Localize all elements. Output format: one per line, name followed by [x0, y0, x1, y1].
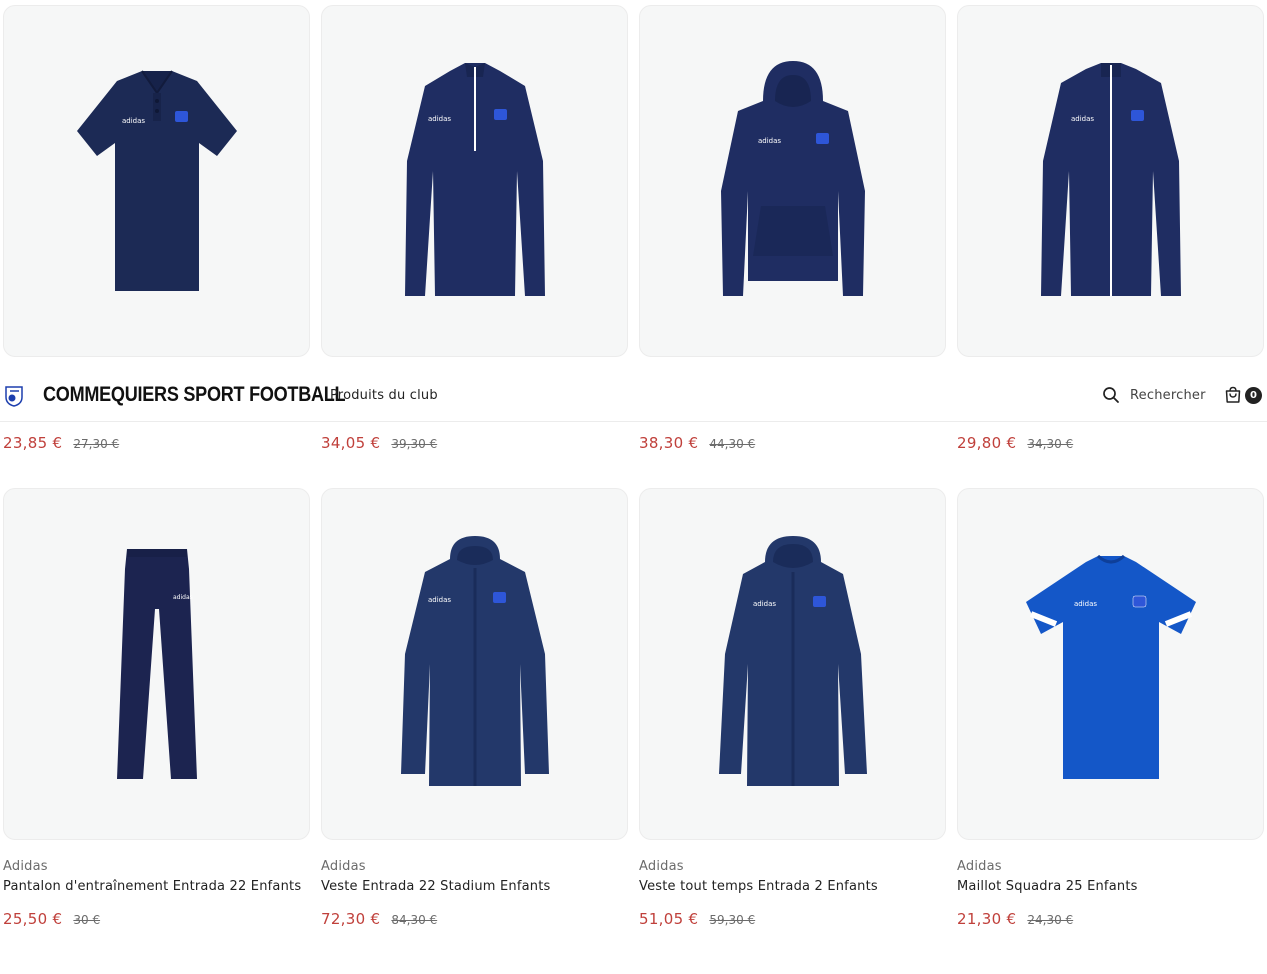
svg-text:adidas: adidas [428, 596, 451, 604]
stadium-jacket-icon: adidas [400, 536, 549, 786]
product-card[interactable]: adidas 38,30 € 44,30 € [639, 5, 946, 452]
polo-shirt-icon: adidas [76, 70, 237, 291]
product-card[interactable]: adidas 23,85 € 27,30 € [3, 5, 310, 452]
product-name[interactable]: Veste Entrada 22 Stadium Enfants [321, 879, 628, 894]
search-button[interactable]: Rechercher [1102, 386, 1206, 404]
sale-price: 34,05 € [321, 434, 381, 452]
club-logo-icon[interactable] [4, 385, 24, 407]
product-brand: Adidas [957, 859, 1002, 874]
product-name[interactable]: Veste tout temps Entrada 2 Enfants [639, 879, 946, 894]
original-price: 44,30 € [709, 437, 756, 451]
svg-text:adidas: adidas [758, 137, 781, 145]
price-row: 51,05 € 59,30 € [639, 910, 946, 928]
price-row: 23,85 € 27,30 € [3, 434, 119, 452]
quarter-zip-top-icon: adidas [404, 63, 545, 296]
product-grid-page: adidas 23,85 € 27,30 € adidas 34,05 € 39… [0, 0, 1267, 974]
product-brand: Adidas [321, 859, 366, 874]
product-name[interactable]: Pantalon d'entraînement Entrada 22 Enfan… [3, 879, 310, 894]
hoodie-icon: adidas [720, 61, 865, 296]
product-image-jersey[interactable]: adidas [957, 488, 1264, 840]
svg-text:adidas: adidas [1071, 115, 1094, 123]
original-price: 27,30 € [73, 437, 120, 451]
product-image-polo[interactable]: adidas [3, 5, 310, 357]
svg-text:adidas: adidas [1074, 600, 1097, 608]
sale-price: 38,30 € [639, 434, 699, 452]
product-name[interactable]: Maillot Squadra 25 Enfants [957, 879, 1264, 894]
cart-button[interactable]: 0 [1224, 386, 1262, 404]
site-header: COMMEQUIERS SPORT FOOTBALL Produits du c… [0, 370, 1267, 422]
original-price: 59,30 € [709, 913, 756, 927]
product-image-rain-jacket[interactable]: adidas [639, 488, 946, 840]
product-card[interactable]: adidas Adidas Pantalon d'entraînement En… [3, 488, 310, 928]
jersey-icon: adidas [1025, 554, 1196, 779]
sale-price: 21,30 € [957, 910, 1017, 928]
price-row: 38,30 € 44,30 € [639, 434, 755, 452]
product-card[interactable]: adidas 29,80 € 34,30 € [957, 5, 1264, 452]
site-title[interactable]: COMMEQUIERS SPORT FOOTBALL [43, 383, 346, 407]
search-icon [1103, 387, 1119, 403]
price-row: 21,30 € 24,30 € [957, 910, 1264, 928]
sale-price: 23,85 € [3, 434, 63, 452]
rain-jacket-icon: adidas [718, 536, 867, 786]
original-price: 24,30 € [1027, 913, 1074, 927]
product-image-training-pants[interactable]: adidas [3, 488, 310, 840]
sale-price: 72,30 € [321, 910, 381, 928]
training-pants-icon: adidas [116, 549, 197, 779]
svg-text:adidas: adidas [173, 594, 193, 601]
cart-count-badge: 0 [1245, 386, 1262, 404]
product-brand: Adidas [3, 859, 48, 874]
nav-link-club-products[interactable]: Produits du club [330, 388, 438, 403]
product-card[interactable]: adidas 34,05 € 39,30 € [321, 5, 628, 452]
price-row: 34,05 € 39,30 € [321, 434, 437, 452]
svg-text:adidas: adidas [753, 600, 776, 608]
product-image-track-jacket[interactable]: adidas [957, 5, 1264, 357]
sale-price: 25,50 € [3, 910, 63, 928]
product-card[interactable]: adidas Adidas Maillot Squadra 25 Enfants… [957, 488, 1264, 928]
search-label: Rechercher [1130, 387, 1206, 403]
sale-price: 29,80 € [957, 434, 1017, 452]
original-price: 84,30 € [391, 913, 438, 927]
original-price: 39,30 € [391, 437, 438, 451]
shopping-bag-icon [1225, 386, 1241, 403]
sale-price: 51,05 € [639, 910, 699, 928]
original-price: 30 € [73, 913, 101, 927]
original-price: 34,30 € [1027, 437, 1074, 451]
product-card[interactable]: adidas Adidas Veste Entrada 22 Stadium E… [321, 488, 628, 928]
product-brand: Adidas [639, 859, 684, 874]
product-card[interactable]: adidas Adidas Veste tout temps Entrada 2… [639, 488, 946, 928]
price-row: 72,30 € 84,30 € [321, 910, 628, 928]
price-row: 25,50 € 30 € [3, 910, 310, 928]
price-row: 29,80 € 34,30 € [957, 434, 1073, 452]
product-image-stadium-jacket[interactable]: adidas [321, 488, 628, 840]
product-image-hoodie[interactable]: adidas [639, 5, 946, 357]
svg-text:adidas: adidas [428, 115, 451, 123]
track-jacket-icon: adidas [1040, 63, 1181, 296]
svg-text:adidas: adidas [122, 117, 145, 125]
product-image-quarter-zip[interactable]: adidas [321, 5, 628, 357]
